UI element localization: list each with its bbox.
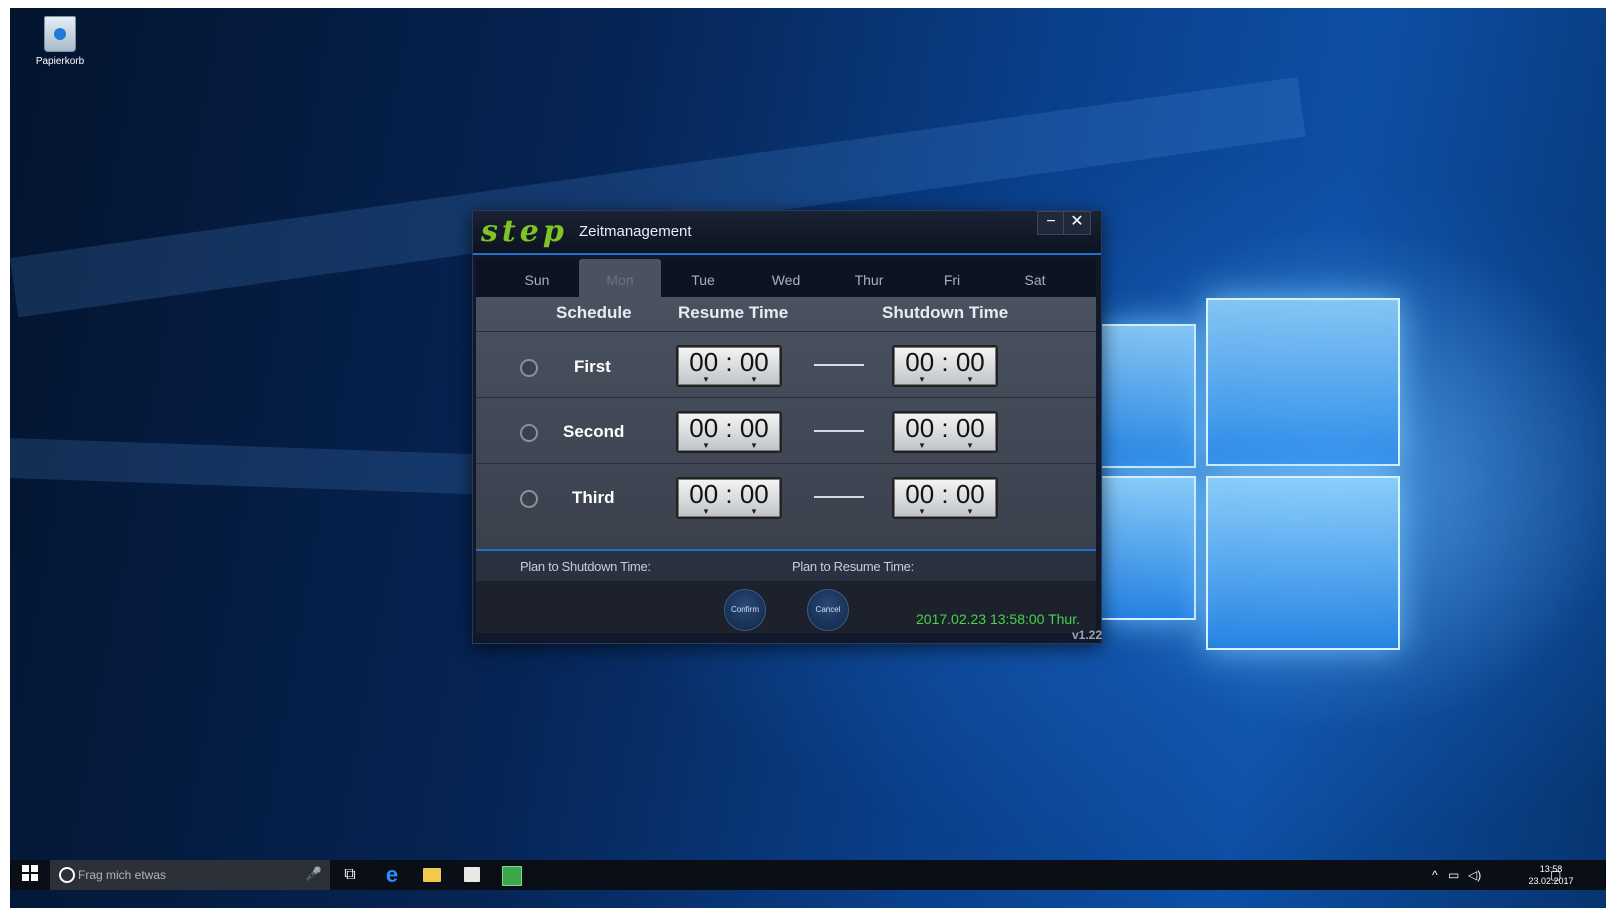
hour-down-icon[interactable]: ▼ — [918, 442, 926, 450]
range-separator — [814, 364, 864, 366]
cortana-icon — [59, 867, 75, 883]
recycle-bin-label: Papierkorb — [35, 56, 85, 67]
start-button[interactable] — [20, 865, 40, 885]
third-shutdown-time[interactable]: 00 : 00 ▼ ▼ — [892, 477, 998, 519]
second-resume-time[interactable]: 00 : 00 ▼ ▼ — [676, 411, 782, 453]
hour-down-icon[interactable]: ▼ — [918, 508, 926, 516]
first-resume-time[interactable]: 00 : 00 ▼ ▼ — [676, 345, 782, 387]
tab-wed[interactable]: Wed — [745, 259, 827, 297]
second-shutdown-value: 00 : 00 — [905, 413, 985, 443]
second-shutdown-time[interactable]: 00 : 00 ▼ ▼ — [892, 411, 998, 453]
range-separator — [814, 496, 864, 498]
folder-shape — [423, 868, 441, 882]
second-label: Second — [563, 422, 625, 441]
first-shutdown-value: 00 : 00 — [905, 347, 985, 377]
edge-icon[interactable]: e — [382, 864, 402, 886]
taskbar: Frag mich etwas 🎤 ⧉ e ^ ▭ ◁) 13:58 23.02… — [10, 860, 1606, 890]
minute-down-icon[interactable]: ▼ — [966, 376, 974, 384]
minute-down-icon[interactable]: ▼ — [750, 376, 758, 384]
current-datetime: 2017.02.23 13:58:00 Thur. — [916, 611, 1080, 627]
search-input[interactable]: Frag mich etwas — [78, 868, 166, 882]
volume-icon[interactable]: ◁) — [1468, 868, 1481, 882]
step-app-taskbar-icon[interactable] — [502, 865, 522, 886]
schedule-row-first: First 00 : 00 ▼ ▼ 00 : 00 ▼ ▼ — [476, 331, 1096, 398]
footer: Confirm Cancel 2017.02.23 13:58:00 Thur. — [476, 581, 1096, 633]
minute-down-icon[interactable]: ▼ — [966, 442, 974, 450]
logo-pane — [1100, 476, 1196, 620]
windows-start-icon — [22, 865, 38, 881]
minimize-button[interactable]: − — [1037, 211, 1065, 235]
schedule-header: Schedule — [556, 303, 632, 322]
second-resume-value: 00 : 00 — [689, 413, 769, 443]
app-title: Zeitmanagement — [579, 223, 692, 240]
plan-bar: Plan to Shutdown Time: Plan to Resume Ti… — [476, 549, 1096, 583]
logo-pane — [1100, 324, 1196, 468]
first-label: First — [574, 357, 611, 376]
search-box[interactable]: Frag mich etwas 🎤 — [50, 860, 330, 890]
app-tile-shape — [502, 866, 522, 886]
minute-down-icon[interactable]: ▼ — [750, 508, 758, 516]
hour-down-icon[interactable]: ▼ — [702, 442, 710, 450]
microphone-icon[interactable]: 🎤 — [306, 866, 322, 882]
chevron-up-icon[interactable]: ^ — [1432, 868, 1438, 882]
tab-thur[interactable]: Thur — [828, 259, 910, 297]
cancel-button[interactable]: Cancel — [807, 589, 849, 631]
hour-down-icon[interactable]: ▼ — [702, 508, 710, 516]
hour-down-icon[interactable]: ▼ — [702, 376, 710, 384]
tab-sun[interactable]: Sun — [496, 259, 578, 297]
plan-shutdown-label: Plan to Shutdown Time: — [520, 559, 651, 574]
logo-pane — [1206, 298, 1400, 466]
tab-mon[interactable]: Mon — [579, 259, 661, 297]
task-view-icon[interactable]: ⧉ — [340, 865, 360, 885]
tab-tue[interactable]: Tue — [662, 259, 744, 297]
notification-icon[interactable]: ▢ — [1550, 868, 1561, 882]
store-icon[interactable] — [462, 865, 482, 885]
resume-time-header: Resume Time — [678, 303, 789, 322]
second-radio[interactable] — [520, 424, 538, 442]
schedule-row-second: Second 00 : 00 ▼ ▼ 00 : 00 ▼ ▼ — [476, 397, 1096, 464]
shutdown-time-header: Shutdown Time — [882, 303, 1009, 322]
version-label: v1.22 — [1071, 628, 1102, 642]
plan-resume-label: Plan to Resume Time: — [792, 559, 914, 574]
recycle-bin[interactable]: Papierkorb — [32, 16, 88, 67]
title-bar: step Zeitmanagement − ✕ — [473, 211, 1101, 255]
minute-down-icon[interactable]: ▼ — [966, 508, 974, 516]
third-radio[interactable] — [520, 490, 538, 508]
hour-down-icon[interactable]: ▼ — [918, 376, 926, 384]
logo-pane — [1206, 476, 1400, 650]
range-separator — [814, 430, 864, 432]
tab-fri[interactable]: Fri — [911, 259, 993, 297]
brand-logo: step — [481, 214, 568, 249]
schedule-panel: Schedule Resume Time Shutdown Time First… — [476, 297, 1096, 549]
third-shutdown-value: 00 : 00 — [905, 479, 985, 509]
tab-sat[interactable]: Sat — [994, 259, 1076, 297]
third-resume-time[interactable]: 00 : 00 ▼ ▼ — [676, 477, 782, 519]
recycle-bin-icon — [44, 16, 76, 52]
close-button[interactable]: ✕ — [1063, 211, 1091, 235]
schedule-row-third: Third 00 : 00 ▼ ▼ 00 : 00 ▼ ▼ — [476, 463, 1096, 530]
minute-down-icon[interactable]: ▼ — [750, 442, 758, 450]
file-explorer-icon[interactable] — [422, 865, 442, 885]
first-shutdown-time[interactable]: 00 : 00 ▼ ▼ — [892, 345, 998, 387]
first-resume-value: 00 : 00 — [689, 347, 769, 377]
third-resume-value: 00 : 00 — [689, 479, 769, 509]
first-radio[interactable] — [520, 359, 538, 377]
app-window: step Zeitmanagement − ✕ Sun Mon Tue Wed … — [472, 210, 1102, 644]
network-icon[interactable]: ▭ — [1448, 868, 1459, 882]
confirm-button[interactable]: Confirm — [724, 589, 766, 631]
day-tabs: Sun Mon Tue Wed Thur Fri Sat — [476, 259, 1096, 297]
third-label: Third — [572, 488, 615, 507]
store-bag-shape — [464, 867, 480, 882]
